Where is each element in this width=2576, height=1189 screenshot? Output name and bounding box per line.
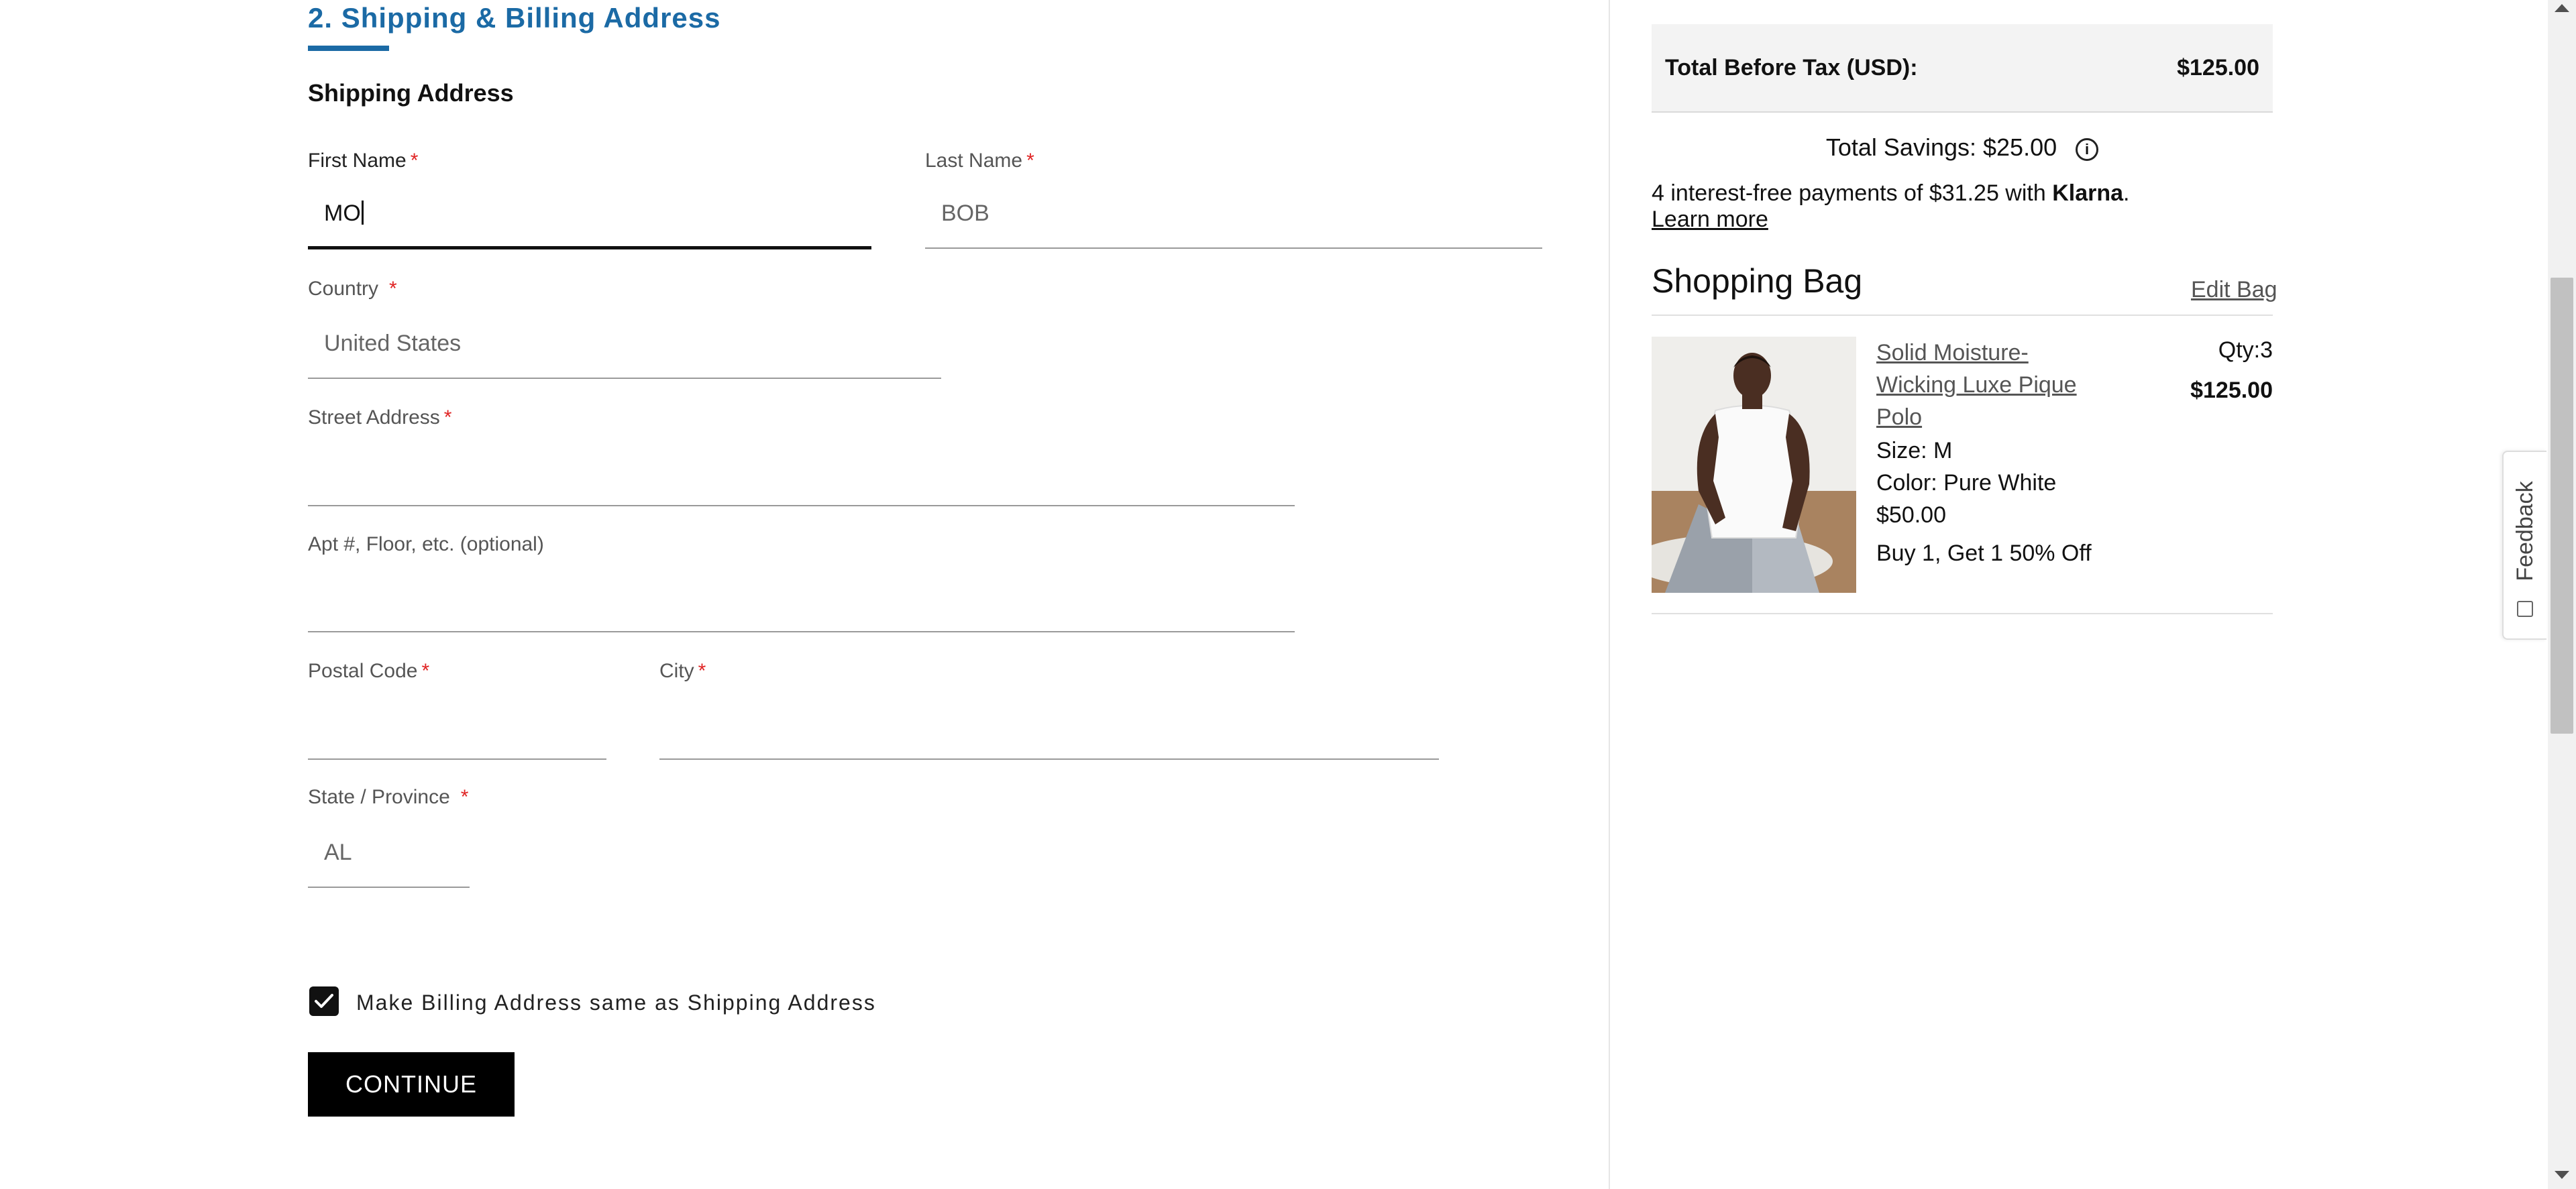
klarna-period: . xyxy=(2123,180,2130,206)
postal-code-label-text: Postal Code xyxy=(308,660,418,682)
country-value: United States xyxy=(324,331,462,356)
apt-input[interactable] xyxy=(324,582,1290,612)
product-photo-illustration xyxy=(1652,337,1856,593)
product-color: Color: Pure White xyxy=(1876,470,2057,496)
product-line-price: $125.00 xyxy=(2190,378,2273,403)
product-name-link[interactable]: Solid Moisture-Wicking Luxe Pique Polo xyxy=(1876,337,2098,433)
country-label: Country * xyxy=(308,277,397,301)
required-marker: * xyxy=(443,406,452,429)
product-promo: Buy 1, Get 1 50% Off xyxy=(1876,541,2092,566)
city-label: City * xyxy=(659,659,706,683)
first-name-input[interactable]: MO xyxy=(324,199,364,228)
product-image[interactable] xyxy=(1652,337,1856,593)
apt-label-text: Apt #, Floor, etc. (optional) xyxy=(308,533,544,555)
postal-code-label: Postal Code * xyxy=(308,659,429,683)
state-label-text: State / Province xyxy=(308,786,450,808)
country-underline xyxy=(308,378,941,379)
shipping-address-heading: Shipping Address xyxy=(308,79,514,107)
street-address-label-text: Street Address xyxy=(308,406,440,429)
feedback-label: Feedback xyxy=(2512,481,2538,581)
last-name-value: BOB xyxy=(941,201,989,226)
required-marker: * xyxy=(410,150,419,172)
last-name-label-text: Last Name xyxy=(925,150,1023,172)
scroll-up-arrow-icon[interactable] xyxy=(2555,4,2569,12)
state-label: State / Province * xyxy=(308,785,468,809)
country-label-text: Country xyxy=(308,278,379,300)
shopping-bag-title: Shopping Bag xyxy=(1652,262,1863,300)
scrollbar-thumb[interactable] xyxy=(2551,278,2573,734)
postal-code-input[interactable] xyxy=(324,710,606,739)
last-name-label: Last Name * xyxy=(925,149,1034,173)
first-name-underline xyxy=(308,246,871,249)
first-name-label: First Name * xyxy=(308,149,418,173)
billing-same-checkbox[interactable] xyxy=(309,986,339,1016)
country-select[interactable]: United States xyxy=(324,329,461,358)
total-savings-row: Total Savings: $25.00 i xyxy=(1652,133,2273,162)
first-name-value: MO xyxy=(324,201,361,226)
city-label-text: City xyxy=(659,660,694,682)
feedback-tab[interactable]: Feedback xyxy=(2502,451,2546,640)
total-before-tax-value: $125.00 xyxy=(2177,55,2259,80)
city-underline xyxy=(659,758,1439,760)
text-cursor xyxy=(361,201,364,225)
section-title-underline xyxy=(308,46,389,51)
product-unit-price: $50.00 xyxy=(1876,502,1946,528)
street-address-input[interactable] xyxy=(324,456,1290,486)
required-marker: * xyxy=(1026,150,1034,172)
required-marker: * xyxy=(421,660,430,682)
state-value: AL xyxy=(324,840,352,865)
total-before-tax-label: Total Before Tax (USD): xyxy=(1665,55,1918,80)
checkmark-icon xyxy=(315,994,333,1008)
apt-underline xyxy=(308,631,1295,632)
last-name-underline xyxy=(925,247,1542,249)
product-size: Size: M xyxy=(1876,438,1953,463)
state-select[interactable]: AL xyxy=(324,838,352,867)
product-quantity: Qty:3 xyxy=(2218,337,2273,363)
learn-more-link[interactable]: Learn more xyxy=(1652,205,1768,234)
billing-same-label[interactable]: Make Billing Address same as Shipping Ad… xyxy=(356,989,876,1016)
column-divider xyxy=(1609,0,1610,1189)
state-underline xyxy=(308,887,470,888)
continue-button[interactable]: CONTINUE xyxy=(308,1052,515,1117)
klarna-text: 4 interest-free payments of $31.25 with xyxy=(1652,180,2046,206)
klarna-logo: Klarna xyxy=(2052,180,2124,206)
feedback-icon xyxy=(2517,601,2533,617)
edit-bag-link[interactable]: Edit Bag xyxy=(2191,275,2277,304)
klarna-message: 4 interest-free payments of $31.25 with … xyxy=(1652,178,2130,208)
scroll-down-arrow-icon[interactable] xyxy=(2555,1171,2569,1179)
last-name-input[interactable]: BOB xyxy=(941,199,989,228)
product-divider xyxy=(1652,613,2273,614)
required-marker: * xyxy=(460,786,469,808)
city-input[interactable] xyxy=(676,710,1434,739)
section-title: 2. Shipping & Billing Address xyxy=(308,2,721,34)
bag-divider xyxy=(1652,315,2273,316)
info-icon[interactable]: i xyxy=(2076,138,2099,161)
street-address-label: Street Address * xyxy=(308,406,451,430)
apt-label: Apt #, Floor, etc. (optional) xyxy=(308,532,544,557)
required-marker: * xyxy=(698,660,706,682)
postal-code-underline xyxy=(308,758,606,760)
street-address-underline xyxy=(308,505,1295,506)
total-savings-text: Total Savings: $25.00 xyxy=(1825,133,2057,161)
required-marker: * xyxy=(389,278,397,300)
first-name-label-text: First Name xyxy=(308,150,407,172)
